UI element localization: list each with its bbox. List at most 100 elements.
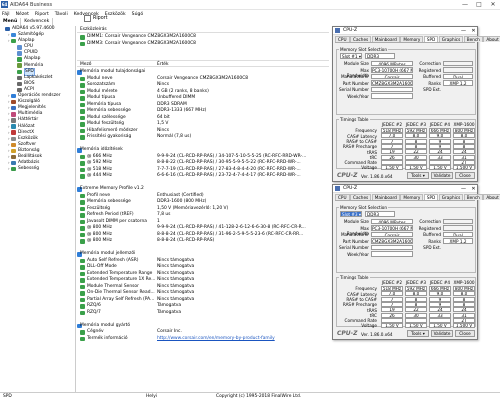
cpuz-version: Ver. 1.86.0.x64 (361, 174, 393, 179)
tree-node-icon (17, 75, 22, 80)
timing-value-cell: 7 (381, 143, 403, 149)
max-bandwidth-field: PC3-10700H (667 MHz) (371, 67, 413, 73)
cpuz-tab-cpu[interactable]: CPU (335, 36, 350, 42)
timing-value-cell: 1.50 V (429, 323, 451, 329)
correction-field (443, 60, 473, 66)
memory-icon (80, 161, 85, 166)
menu-file[interactable]: Fájl (2, 12, 10, 17)
memory-icon (80, 102, 85, 107)
aida64-logo-icon: 64 (1, 1, 8, 8)
slot-select[interactable]: Slot #3 ▾ (340, 211, 362, 217)
cpuz-tab-mainboard[interactable]: Mainboard (371, 194, 400, 200)
maximize-button[interactable]: □ (472, 0, 486, 10)
timing-row-label: tRC (369, 154, 377, 160)
registered-label: Registered (418, 225, 441, 231)
timing-value-cell: 592 MHz (405, 128, 427, 133)
cpuz-tab-cpu[interactable]: CPU (335, 194, 350, 200)
timing-value-cell: 9.0 (429, 133, 451, 139)
memory-icon (80, 154, 85, 159)
cpuz-tab-memory[interactable]: Memory (400, 36, 424, 42)
memory-type-field: DDR3 (365, 211, 395, 217)
memory-icon (80, 271, 85, 276)
spd-ext-label: SPD Ext. (423, 87, 441, 92)
memory-icon (80, 109, 85, 114)
cpuz-logo-icon (335, 28, 340, 33)
memory-icon (80, 297, 85, 302)
module-size-label: Module Size (343, 61, 369, 66)
group-title: Memory Slot Selection (339, 47, 389, 52)
detail-row[interactable]: Termék információ http://www.corsair.com/… (77, 336, 329, 343)
cpuz-close-button[interactable]: ✕ (469, 27, 478, 35)
cpuz-title-bar: CPU-Z — ✕ (333, 27, 477, 35)
menu-help[interactable]: Súgó (132, 12, 144, 17)
cpuz-tab-about[interactable]: About (483, 194, 500, 200)
tools-button[interactable]: Tools ▾ (407, 330, 429, 337)
cpuz-tabs: CPU Caches Mainboard Memory SPD Graphics Bench… (335, 36, 500, 43)
close-button[interactable]: ✕ (486, 0, 500, 10)
week-year-field (371, 251, 413, 257)
validate-button[interactable]: Validate (431, 330, 453, 337)
cpuz-tab-bench[interactable]: Bench (463, 194, 483, 200)
memory-icon (80, 291, 85, 296)
timing-value-cell: 7 (381, 138, 403, 144)
menu-report[interactable]: Riport (35, 12, 49, 17)
menu-view[interactable]: Nézet (16, 12, 29, 17)
cpuz-close-btn[interactable]: Close (455, 330, 475, 337)
cpuz-close-button[interactable]: ✕ (469, 185, 478, 193)
cpuz-tab-bench[interactable]: Bench (463, 36, 483, 42)
timing-value-cell (381, 159, 403, 165)
cpuz-minimize-button[interactable]: — (459, 185, 468, 193)
timing-value-cell: 30 (405, 312, 427, 318)
cpuz-tab-spd[interactable]: SPD (423, 194, 439, 200)
memory-slot-group: Memory Slot Selection Slot #3 ▾ DDR3 Module… (336, 205, 476, 273)
spd-ext-label: SPD Ext. (423, 245, 441, 250)
timing-value-cell: 518 MHz (381, 286, 403, 291)
timing-value-cell: 31 (453, 312, 475, 318)
tree-item[interactable]: › Sebesség (0, 166, 75, 172)
tree-node-icon (5, 26, 10, 32)
tools-button[interactable]: Tools ▾ (407, 172, 429, 179)
minimize-button[interactable]: — (458, 0, 472, 10)
cpuz-minimize-button[interactable]: — (459, 27, 468, 35)
tools-label: Tools (411, 331, 422, 336)
cpuz-tab-mainboard[interactable]: Mainboard (371, 36, 400, 42)
memory-icon (80, 232, 85, 237)
tree-node-icon (11, 93, 16, 99)
status-location: Helyi (146, 394, 158, 399)
timing-row-label: RAS# Precharge (342, 144, 377, 150)
timing-row-label: tRAS (367, 149, 377, 155)
timing-value-cell: 2T (453, 317, 475, 323)
cpuz-close-btn[interactable]: Close (455, 172, 475, 179)
timing-value-cell: 31 (453, 154, 475, 160)
timing-value-cell: 8.0 (405, 133, 427, 139)
validate-button[interactable]: Validate (431, 172, 453, 179)
cpuz-tab-caches[interactable]: Caches (350, 36, 372, 42)
serial-number-field (371, 244, 413, 250)
tree-node-icon (11, 148, 16, 154)
details-panel: Eszközleírás DIMM1: Corsair Vengeance CM… (77, 26, 329, 392)
device-row-2[interactable]: DIMM3: Corsair Vengeance CMZ8GX3M2A1600C… (77, 41, 329, 48)
cpuz-tab-about[interactable]: About (483, 36, 500, 42)
group-title: Timings Table (339, 117, 370, 122)
cpuz-tab-graphics[interactable]: Graphics (438, 194, 464, 200)
cpuz-tab-graphics[interactable]: Graphics (438, 36, 464, 42)
tab-favorites[interactable]: Kedvencek (21, 18, 54, 26)
memory-icon (80, 96, 85, 101)
memory-icon (80, 122, 85, 127)
report-label: Riport (93, 15, 108, 21)
menu-remote[interactable]: Távoli (55, 12, 68, 17)
report-button[interactable]: Riport (84, 10, 124, 26)
cpuz-tab-memory[interactable]: Memory (400, 194, 424, 200)
memory-icon (80, 304, 85, 309)
cpuz-window: CPU-Z — ✕ CPU Caches Mainboard Memory SPD Graphi… (332, 184, 500, 340)
timing-value-cell: 1.50 V (405, 323, 427, 329)
ranks-field: Dual (443, 231, 473, 237)
product-info-link[interactable]: http://www.corsair.com/en/memory-by-prod… (157, 336, 275, 343)
tab-menu[interactable]: Menü (0, 18, 22, 26)
cpuz-tab-caches[interactable]: Caches (350, 194, 372, 200)
tree-node-icon (17, 51, 22, 56)
timing-row-label: Command Rate (344, 318, 377, 324)
slot-select[interactable]: Slot #1 ▾ (340, 53, 362, 59)
tree-node-icon (11, 142, 16, 148)
cpuz-tab-spd[interactable]: SPD (423, 36, 439, 42)
